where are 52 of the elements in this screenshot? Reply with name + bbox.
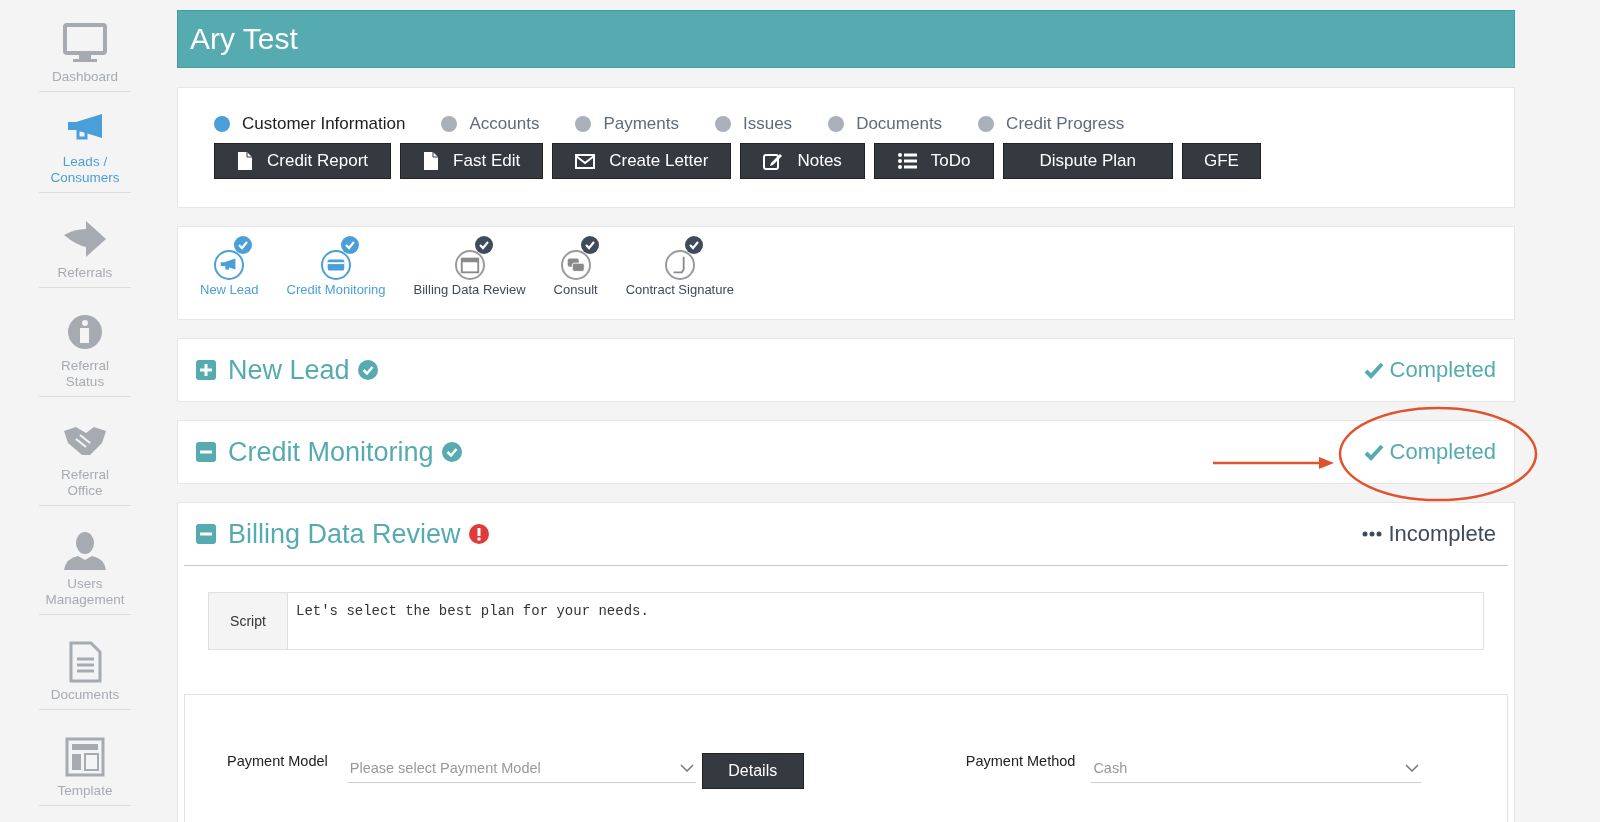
- action-button[interactable]: Dispute Plan: [1002, 143, 1173, 179]
- check-icon: [1363, 361, 1384, 379]
- tab[interactable]: Credit Progress: [978, 114, 1125, 134]
- action-button[interactable]: Notes: [740, 143, 865, 179]
- chevron-icon: [1405, 763, 1420, 772]
- check-badge-icon: [341, 236, 360, 254]
- check-badge-icon: [580, 236, 599, 254]
- field-label: Payment Model: [227, 753, 328, 769]
- collapse-icon[interactable]: [196, 524, 216, 544]
- envelope-icon: [575, 152, 596, 170]
- script-text: Let's select the best plan for your needs.: [295, 602, 650, 621]
- file-icon: [237, 151, 253, 171]
- field-label: Payment Method: [965, 753, 1076, 769]
- section-title: Billing Data Review: [228, 518, 461, 550]
- status-label: Completed: [1389, 439, 1496, 465]
- progress-step[interactable]: Credit Monitoring: [286, 236, 386, 297]
- progress-step[interactable]: Billing Data Review: [413, 236, 526, 297]
- action-button[interactable]: Create Letter: [552, 143, 732, 179]
- action-button[interactable]: Credit Report: [214, 143, 392, 179]
- status-label: Completed: [1389, 357, 1496, 383]
- payment-model-select[interactable]: Please select Payment Model: [347, 753, 696, 783]
- action-button[interactable]: Fast Edit: [400, 143, 544, 179]
- script-label: Script: [209, 593, 288, 649]
- page-title-bar: Ary Test: [177, 10, 1515, 68]
- status-label: Incomplete: [1388, 521, 1496, 547]
- tab[interactable]: Documents: [828, 114, 943, 134]
- dots-icon: [1362, 530, 1383, 538]
- check-icon: [1363, 443, 1384, 461]
- list-icon: [896, 152, 917, 170]
- check-badge-icon: [474, 236, 493, 254]
- tab[interactable]: Issues: [715, 114, 793, 134]
- payment-method-select[interactable]: Cash: [1091, 753, 1422, 783]
- monitor-icon: [62, 22, 108, 65]
- edit-icon: [763, 152, 784, 170]
- section-title: New Lead: [228, 354, 350, 386]
- section-title: Credit Monitoring: [228, 436, 434, 468]
- progress-step[interactable]: Consult: [553, 236, 598, 297]
- collapse-icon[interactable]: [196, 442, 216, 462]
- progress-step[interactable]: Contract Signature: [625, 236, 735, 297]
- expand-icon[interactable]: [196, 360, 216, 380]
- file-icon: [423, 151, 440, 171]
- action-button[interactable]: ToDo: [873, 143, 994, 179]
- user-icon: [62, 529, 108, 572]
- check-badge-icon: [234, 236, 253, 254]
- tab[interactable]: Payments: [575, 114, 679, 134]
- chevron-icon: [679, 763, 694, 772]
- tab[interactable]: Accounts: [441, 114, 540, 134]
- action-button[interactable]: GFE: [1181, 143, 1261, 179]
- tab[interactable]: Customer Information: [214, 114, 406, 134]
- progress-step[interactable]: New Lead: [200, 236, 259, 297]
- check-badge-icon: [684, 236, 703, 254]
- details-button[interactable]: Details: [701, 753, 804, 789]
